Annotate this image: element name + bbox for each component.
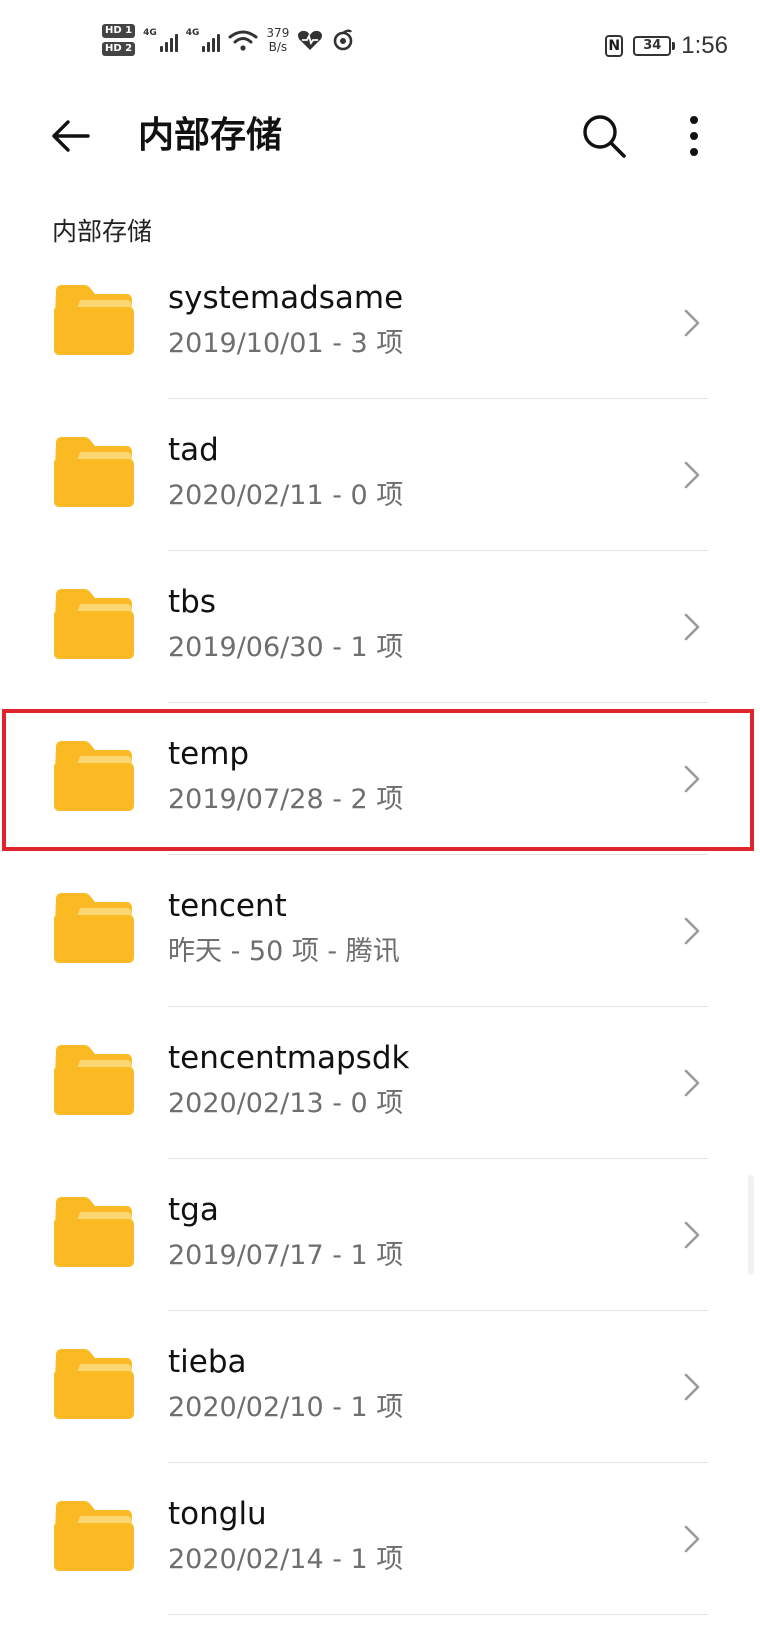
folder-row[interactable]: tga 2019/07/17 - 1 项 xyxy=(0,1159,760,1311)
folder-meta: 2020/02/13 - 0 项 xyxy=(168,1088,404,1119)
folder-name: tbs xyxy=(168,584,216,620)
folder-list: systemadsame 2019/10/01 - 3 项 tad 2020/0… xyxy=(0,247,760,1615)
row-divider xyxy=(168,1614,708,1615)
back-arrow-icon xyxy=(52,120,90,152)
breadcrumb[interactable]: 内部存储 xyxy=(52,212,152,252)
signal-1-label: 4G xyxy=(143,28,157,38)
app-bar: 内部存储 xyxy=(0,92,760,180)
folder-meta: 2020/02/10 - 1 项 xyxy=(168,1392,404,1423)
more-vertical-icon xyxy=(690,116,698,156)
chevron-right-icon xyxy=(684,461,700,489)
signal-1-icon: 4G xyxy=(143,28,178,52)
folder-meta: 2020/02/11 - 0 项 xyxy=(168,480,404,511)
chevron-right-icon xyxy=(684,1525,700,1553)
folder-row[interactable]: tonglu 2020/02/14 - 1 项 xyxy=(0,1463,760,1615)
folder-meta: 2019/10/01 - 3 项 xyxy=(168,328,404,359)
folder-meta: 2019/07/17 - 1 项 xyxy=(168,1240,404,1271)
chevron-right-icon xyxy=(684,1373,700,1401)
net-speed-value: 379 xyxy=(266,26,290,40)
folder-name: temp xyxy=(168,736,250,772)
hd-indicators: HD 1 HD 2 xyxy=(102,24,136,56)
folder-meta: 2019/07/28 - 2 项 xyxy=(168,784,404,815)
chevron-right-icon xyxy=(684,309,700,337)
folder-row[interactable]: temp 2019/07/28 - 2 项 xyxy=(0,703,760,855)
chevron-right-icon xyxy=(684,1069,700,1097)
chevron-right-icon xyxy=(684,613,700,641)
nfc-icon: N xyxy=(605,35,624,57)
folder-meta: 2019/06/30 - 1 项 xyxy=(168,632,404,663)
folder-name: systemadsame xyxy=(168,280,404,316)
scrollbar-thumb[interactable] xyxy=(748,1175,754,1275)
battery-level: 34 xyxy=(643,38,662,53)
folder-name: tencent xyxy=(168,888,287,924)
folder-meta: 昨天 - 50 项 - 腾讯 xyxy=(168,936,400,967)
status-bar: HD 1 HD 2 4G 4G 379 B/s N 34 1:56 xyxy=(0,0,760,90)
folder-row[interactable]: tencent 昨天 - 50 项 - 腾讯 xyxy=(0,855,760,1007)
folder-row[interactable]: systemadsame 2019/10/01 - 3 项 xyxy=(0,247,760,399)
page-title: 内部存储 xyxy=(138,115,283,156)
clock: 1:56 xyxy=(681,32,728,59)
folder-name: tad xyxy=(168,432,219,468)
folder-row[interactable]: tencentmapsdk 2020/02/13 - 0 项 xyxy=(0,1007,760,1159)
folder-row[interactable]: tad 2020/02/11 - 0 项 xyxy=(0,399,760,551)
more-options-button[interactable] xyxy=(664,108,724,164)
chevron-right-icon xyxy=(684,765,700,793)
folder-row[interactable]: tbs 2019/06/30 - 1 项 xyxy=(0,551,760,703)
folder-row[interactable]: tieba 2020/02/10 - 1 项 xyxy=(0,1311,760,1463)
search-button[interactable] xyxy=(574,108,634,164)
folder-icon xyxy=(54,1349,134,1419)
folder-meta: 2020/02/14 - 1 项 xyxy=(168,1544,404,1575)
folder-name: tencentmapsdk xyxy=(168,1040,410,1076)
swirl-app-icon xyxy=(334,29,353,51)
chevron-right-icon xyxy=(684,1221,700,1249)
folder-icon xyxy=(54,1197,134,1267)
status-left-group: HD 1 HD 2 4G 4G 379 B/s xyxy=(102,24,355,56)
folder-icon xyxy=(54,437,134,507)
signal-2-label: 4G xyxy=(185,28,200,38)
chevron-right-icon xyxy=(684,917,700,945)
net-speed-unit: B/s xyxy=(268,40,288,54)
signal-2-icon: 4G xyxy=(186,28,221,52)
folder-icon xyxy=(54,589,134,659)
heart-health-icon xyxy=(298,30,323,50)
hd-1-badge: HD 1 xyxy=(102,24,136,38)
folder-name: tonglu xyxy=(168,1496,267,1532)
battery-icon: 34 xyxy=(633,36,676,56)
folder-name: tga xyxy=(168,1192,219,1228)
folder-icon xyxy=(54,741,134,811)
search-icon xyxy=(583,115,626,158)
folder-name: tieba xyxy=(168,1344,247,1380)
hd-2-badge: HD 2 xyxy=(102,42,136,56)
folder-icon xyxy=(54,893,134,963)
status-right-group: N 34 1:56 xyxy=(605,32,728,60)
folder-icon xyxy=(54,1501,134,1571)
net-speed: 379 B/s xyxy=(266,26,289,54)
wifi-icon xyxy=(228,30,258,51)
back-button[interactable] xyxy=(40,108,100,164)
folder-icon xyxy=(54,285,134,355)
folder-icon xyxy=(54,1045,134,1115)
